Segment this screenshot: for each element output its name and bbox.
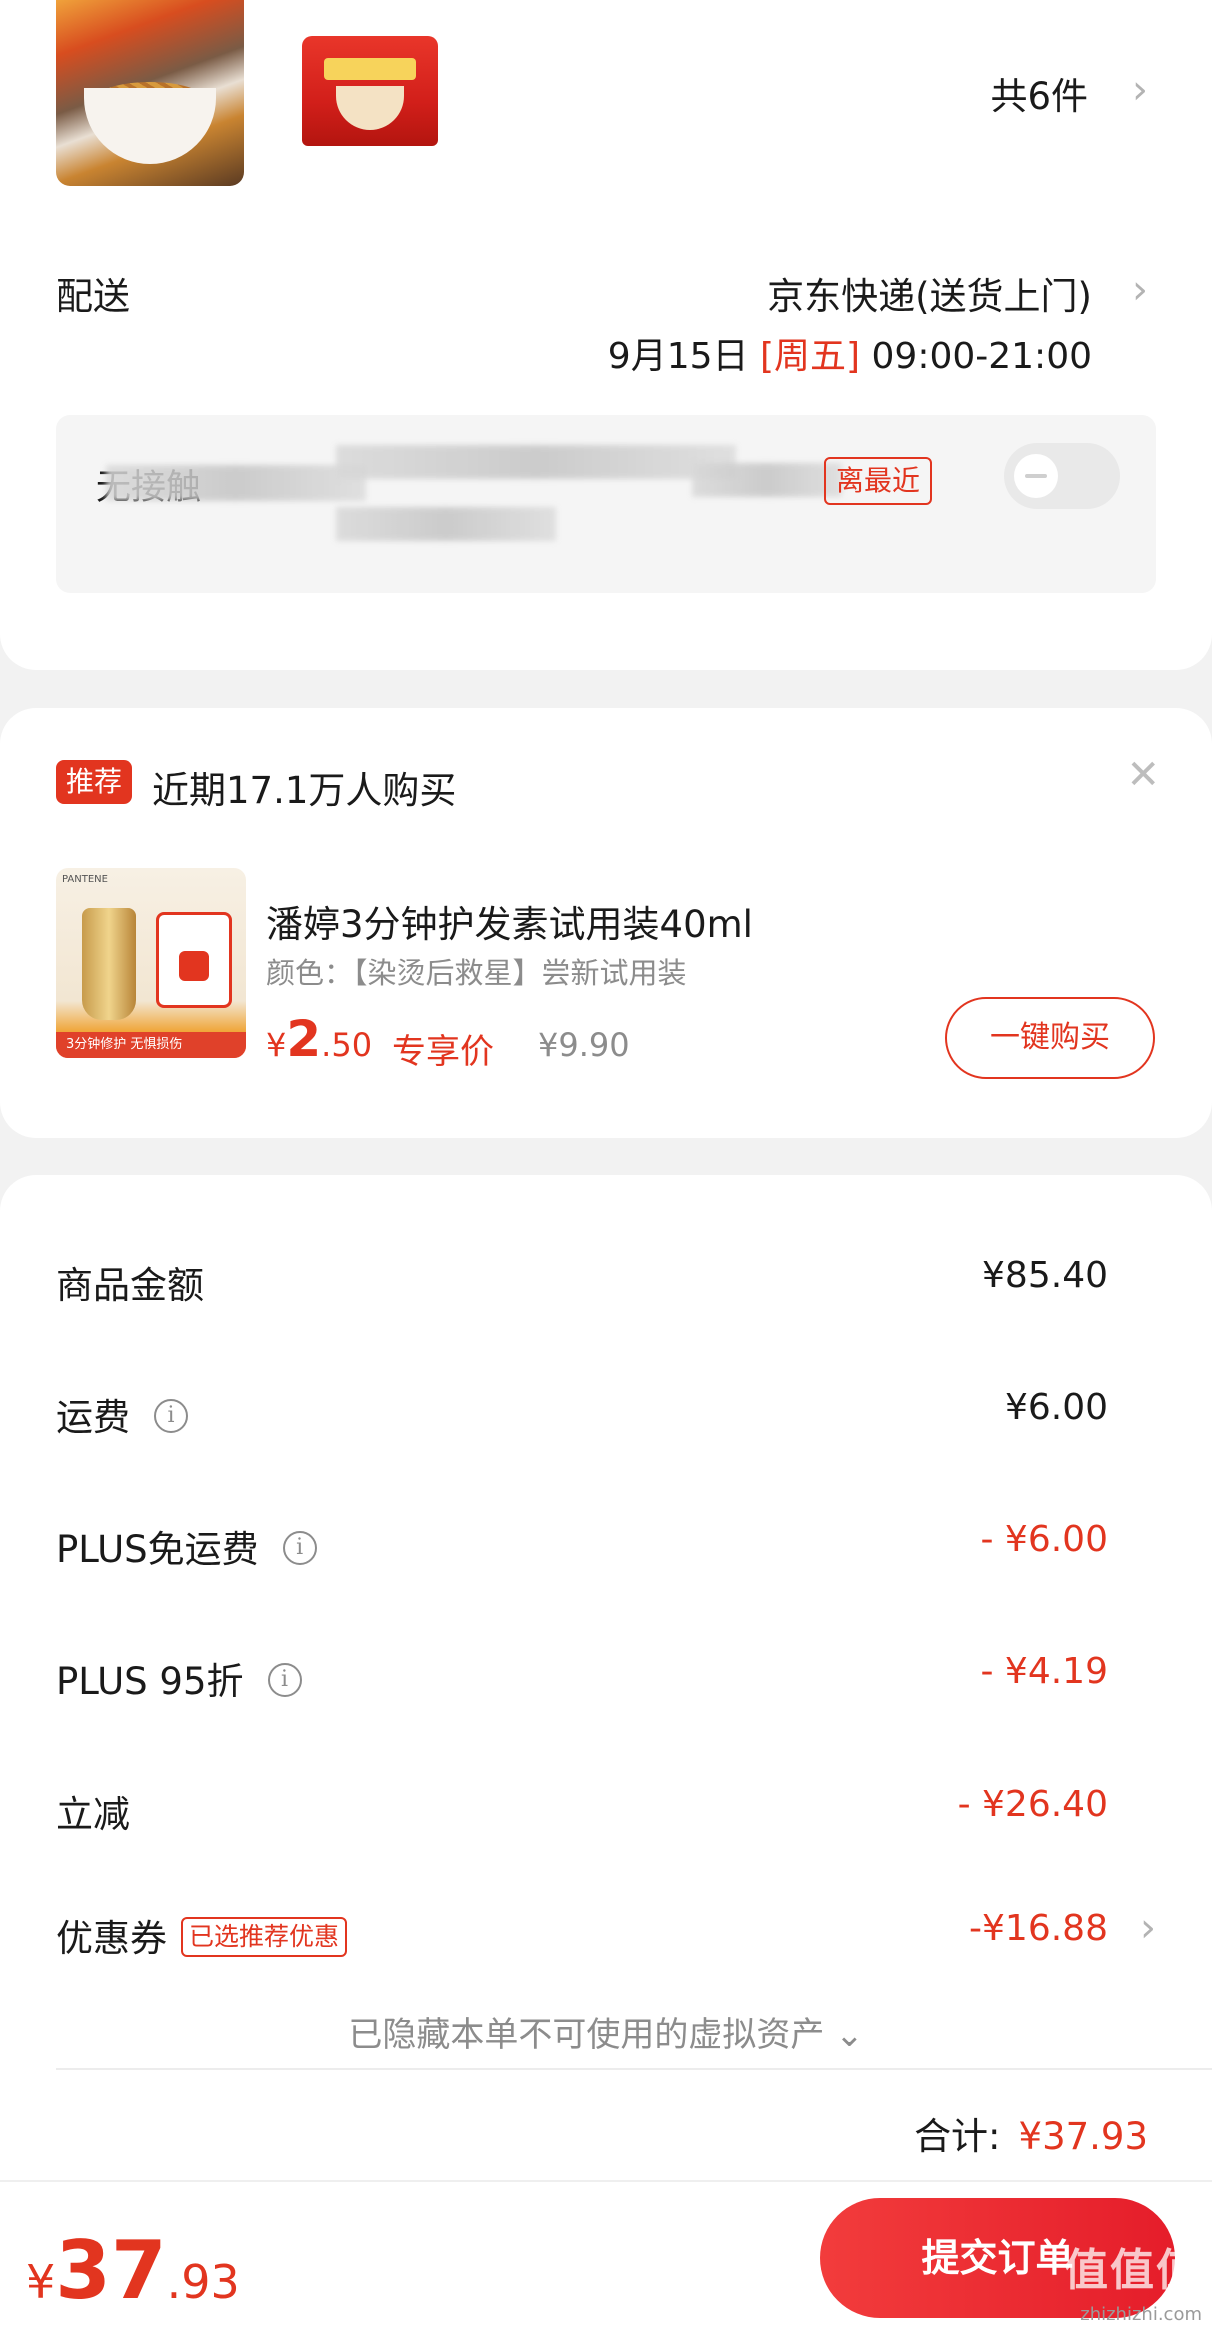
recommend-title: 近期17.1万人购买 bbox=[152, 769, 457, 812]
chevron-right-icon[interactable]: › bbox=[1132, 70, 1148, 110]
summary-value: ¥85.40 bbox=[982, 1255, 1108, 1296]
contactless-toggle[interactable] bbox=[1004, 443, 1120, 509]
total-label: 合计: bbox=[914, 2115, 1001, 2158]
divider bbox=[56, 2068, 1212, 2070]
info-icon[interactable]: i bbox=[267, 1662, 302, 1697]
redacted-text bbox=[106, 465, 366, 501]
info-icon[interactable]: i bbox=[282, 1530, 317, 1565]
summary-value: - ¥4.19 bbox=[980, 1651, 1109, 1692]
summary-row-instant-discount: 立减 - ¥26.40 bbox=[56, 1784, 1156, 1844]
checkout-bar: ¥37.93 提交订单 值值值 zhizhizhi.com bbox=[0, 2180, 1212, 2331]
order-items-card: 共6件 › 配送 京东快递(送货上门) › 9月15日 [周五] 09:00-2… bbox=[0, 0, 1212, 670]
chevron-right-icon[interactable]: › bbox=[1140, 1908, 1156, 1948]
watermark-logo: 值值值 bbox=[1064, 2245, 1202, 2296]
summary-label: 优惠券 bbox=[56, 1917, 167, 1960]
summary-label: 立减 bbox=[56, 1793, 130, 1836]
coupon-selected-tag: 已选推荐优惠 bbox=[181, 1916, 348, 1957]
recommend-badge: 推荐 bbox=[56, 760, 133, 804]
summary-label: 运费 bbox=[56, 1396, 130, 1439]
delivery-date: 9月15日 bbox=[607, 336, 749, 377]
one-click-buy-button[interactable]: 一键购买 bbox=[945, 997, 1155, 1079]
summary-label: PLUS 95折 bbox=[56, 1660, 244, 1703]
redacted-text bbox=[336, 507, 556, 541]
recommend-product-spec: 颜色：【染烫后救星】尝新试用装 bbox=[266, 956, 687, 990]
exclusive-price-label: 专享价 bbox=[392, 1032, 494, 1072]
shipping-method[interactable]: 京东快递(送货上门) bbox=[767, 266, 1092, 320]
order-total: 合计: ¥37.93 bbox=[914, 2106, 1148, 2160]
summary-row-plus-discount: PLUS 95折 i - ¥4.19 bbox=[56, 1651, 1156, 1711]
product-thumbnail-noodles[interactable] bbox=[56, 0, 244, 186]
contactless-delivery-box: 无接触 离最近 bbox=[56, 415, 1156, 593]
recommend-product-name[interactable]: 潘婷3分钟护发素试用装40ml bbox=[266, 894, 753, 948]
summary-label: PLUS免运费 bbox=[56, 1528, 259, 1571]
summary-value: ¥6.00 bbox=[1004, 1387, 1108, 1428]
summary-value: - ¥6.00 bbox=[980, 1519, 1109, 1560]
product-thumbnail-beef-noodle-pack[interactable] bbox=[302, 36, 438, 146]
hidden-assets-toggle[interactable]: 已隐藏本单不可使用的虚拟资产 ⌄ bbox=[0, 2007, 1212, 2056]
info-icon[interactable]: i bbox=[154, 1398, 188, 1433]
item-count[interactable]: 共6件 bbox=[990, 66, 1088, 120]
redacted-text bbox=[336, 445, 736, 479]
close-icon[interactable]: ✕ bbox=[1126, 752, 1160, 798]
summary-row-plus-free-shipping: PLUS免运费 i - ¥6.00 bbox=[56, 1519, 1156, 1579]
summary-row-shipping-fee: 运费 i ¥6.00 bbox=[56, 1387, 1156, 1447]
nearest-tag: 离最近 bbox=[824, 457, 933, 505]
summary-row-goods-amount: 商品金额 ¥85.40 bbox=[56, 1255, 1156, 1315]
redacted-text bbox=[692, 463, 842, 497]
summary-value: - ¥26.40 bbox=[957, 1784, 1108, 1825]
delivery-time-range: 09:00-21:00 bbox=[871, 336, 1092, 377]
chevron-right-icon[interactable]: › bbox=[1132, 270, 1148, 310]
recommendation-card: 推荐 近期17.1万人购买 ✕ PANTENE 3分钟修护 无惧损伤 潘婷3分钟… bbox=[0, 708, 1212, 1138]
summary-label: 商品金额 bbox=[56, 1264, 204, 1307]
delivery-weekday: [周五] bbox=[759, 336, 861, 377]
summary-value: -¥16.88 bbox=[969, 1908, 1108, 1949]
payable-amount: ¥37.93 bbox=[26, 2224, 240, 2317]
total-value: ¥37.93 bbox=[1018, 2115, 1148, 2158]
recommend-price: ¥2.50 bbox=[266, 1010, 373, 1068]
summary-row-coupon[interactable]: 优惠券 已选推荐优惠 -¥16.88 › bbox=[56, 1908, 1156, 1968]
shipping-label: 配送 bbox=[56, 275, 130, 318]
recommend-product-image[interactable]: PANTENE 3分钟修护 无惧损伤 bbox=[56, 868, 246, 1058]
watermark-url: zhizhizhi.com bbox=[1080, 2304, 1202, 2325]
original-price: ¥9.90 bbox=[538, 1026, 630, 1064]
delivery-time[interactable]: 9月15日 [周五] 09:00-21:00 bbox=[608, 327, 1092, 379]
